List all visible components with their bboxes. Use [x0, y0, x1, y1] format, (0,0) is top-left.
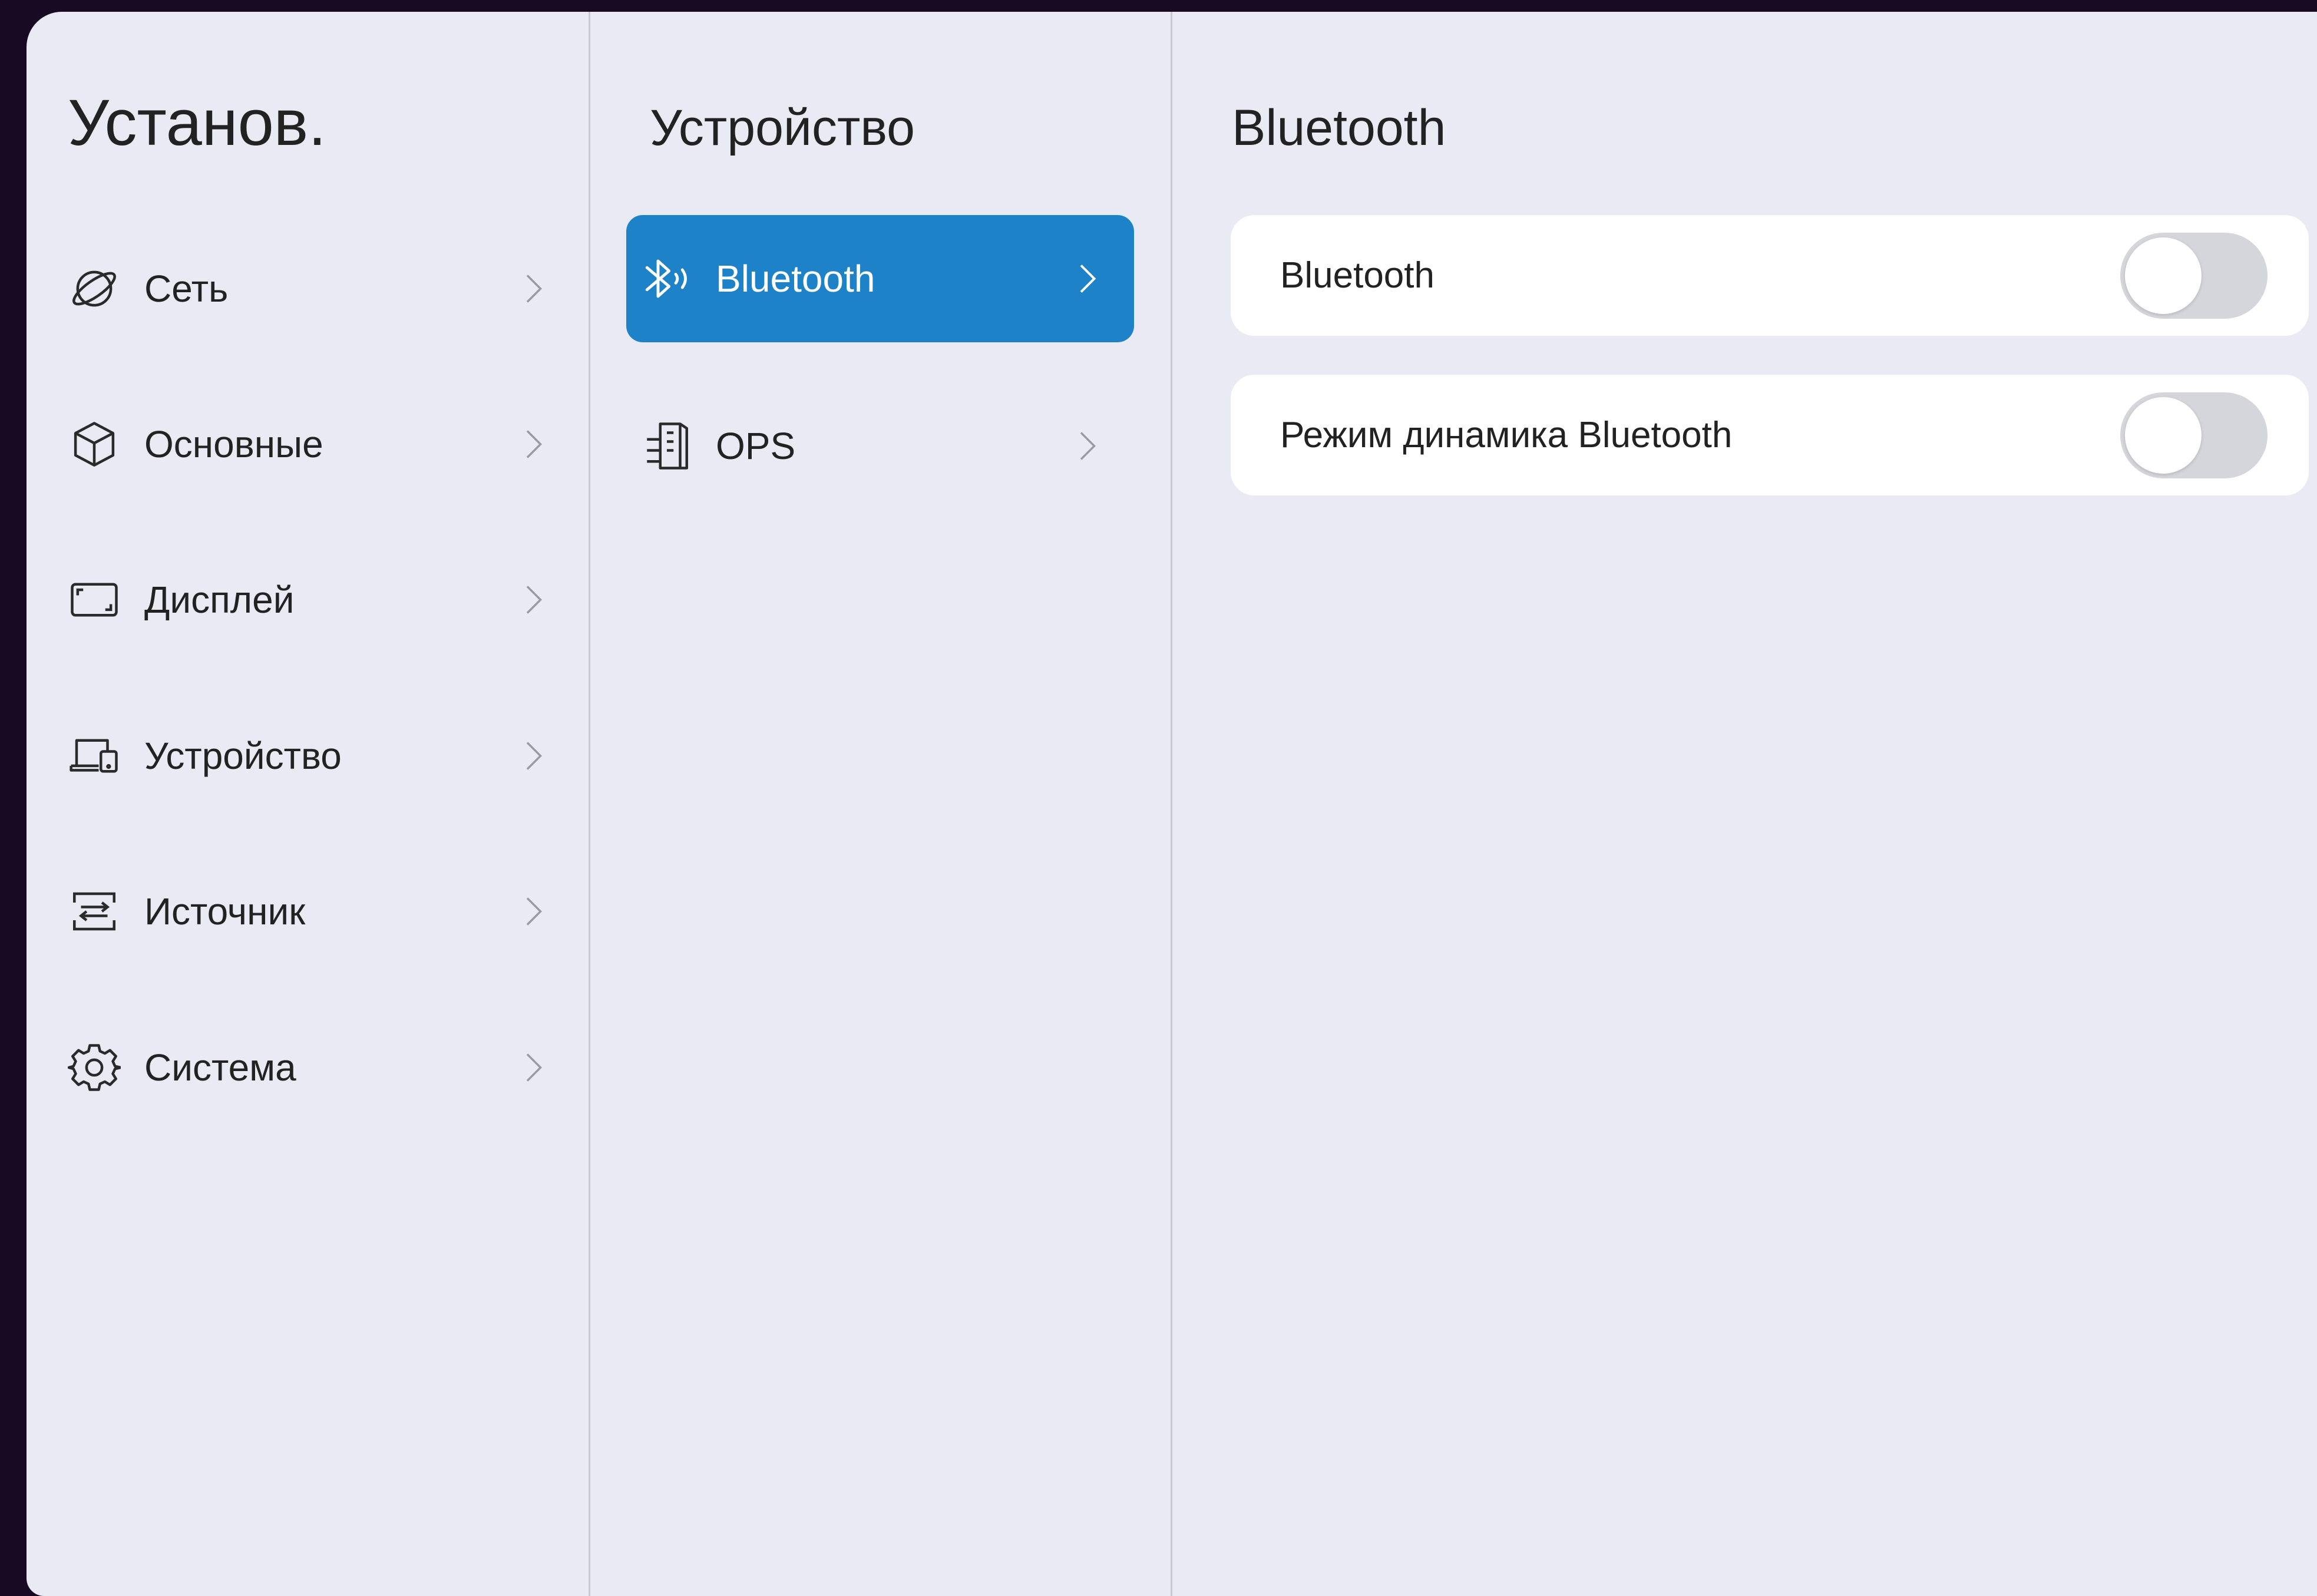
settings-window: Установ. Сеть Основные Дисплей Устройств…: [27, 12, 2317, 1596]
submenu-item-label: OPS: [716, 425, 796, 467]
bluetooth-panel: Bluetooth Bluetooth Режим динамика Bluet…: [1172, 12, 2317, 1596]
sidebar-title: Установ.: [68, 87, 326, 159]
ops-icon: [647, 422, 688, 470]
sidebar-item-label: Основные: [144, 423, 323, 465]
bluetooth-toggle[interactable]: [2120, 232, 2268, 319]
sidebar-item-device[interactable]: Устройство: [68, 712, 551, 800]
chevron-right-icon: [1080, 432, 1096, 460]
chevron-right-icon: [1080, 265, 1096, 293]
submenu-item-ops[interactable]: OPS: [626, 382, 1134, 510]
chevron-right-icon: [526, 586, 542, 614]
sidebar-item-general[interactable]: Основные: [68, 400, 551, 488]
sidebar-item-label: Устройство: [144, 735, 342, 777]
sidebar-item-system[interactable]: Система: [68, 1023, 551, 1112]
display-icon: [71, 583, 118, 617]
cube-icon: [74, 422, 115, 467]
sidebar-item-label: Система: [144, 1046, 296, 1089]
chevron-right-icon: [526, 430, 542, 458]
device-icon: [70, 739, 118, 773]
sidebar-item-display[interactable]: Дисплей: [68, 556, 551, 644]
source-icon: [73, 892, 115, 931]
submenu-title: Устройство: [650, 100, 915, 156]
toggle-knob: [2125, 237, 2202, 314]
sidebar-item-network[interactable]: Сеть: [68, 244, 551, 333]
bluetooth-speaker-mode-toggle[interactable]: [2120, 392, 2268, 478]
option-label: Режим динамика Bluetooth: [1280, 415, 1733, 455]
panel-title: Bluetooth: [1232, 100, 1446, 156]
chevron-right-icon: [526, 742, 542, 770]
sidebar-item-label: Сеть: [144, 267, 229, 310]
bluetooth-toggle-row: Bluetooth: [1231, 215, 2309, 336]
bluetooth-icon: [645, 259, 687, 298]
chevron-right-icon: [526, 897, 542, 926]
option-label: Bluetooth: [1280, 255, 1435, 296]
bluetooth-speaker-mode-row: Режим динамика Bluetooth: [1231, 375, 2309, 495]
settings-sidebar: Установ. Сеть Основные Дисплей Устройств…: [27, 12, 589, 1596]
submenu-item-label: Bluetooth: [716, 257, 875, 300]
toggle-knob: [2125, 396, 2202, 474]
sidebar-item-source[interactable]: Источник: [68, 867, 551, 956]
chevron-right-icon: [526, 275, 542, 303]
chevron-right-icon: [526, 1053, 542, 1082]
sidebar-item-label: Источник: [144, 890, 306, 933]
submenu-item-bluetooth[interactable]: Bluetooth: [626, 215, 1134, 342]
sidebar-item-label: Дисплей: [144, 579, 295, 621]
device-submenu: Устройство Bluetooth OPS: [590, 12, 1171, 1596]
globe-icon: [72, 270, 116, 307]
gear-icon: [68, 1044, 121, 1091]
